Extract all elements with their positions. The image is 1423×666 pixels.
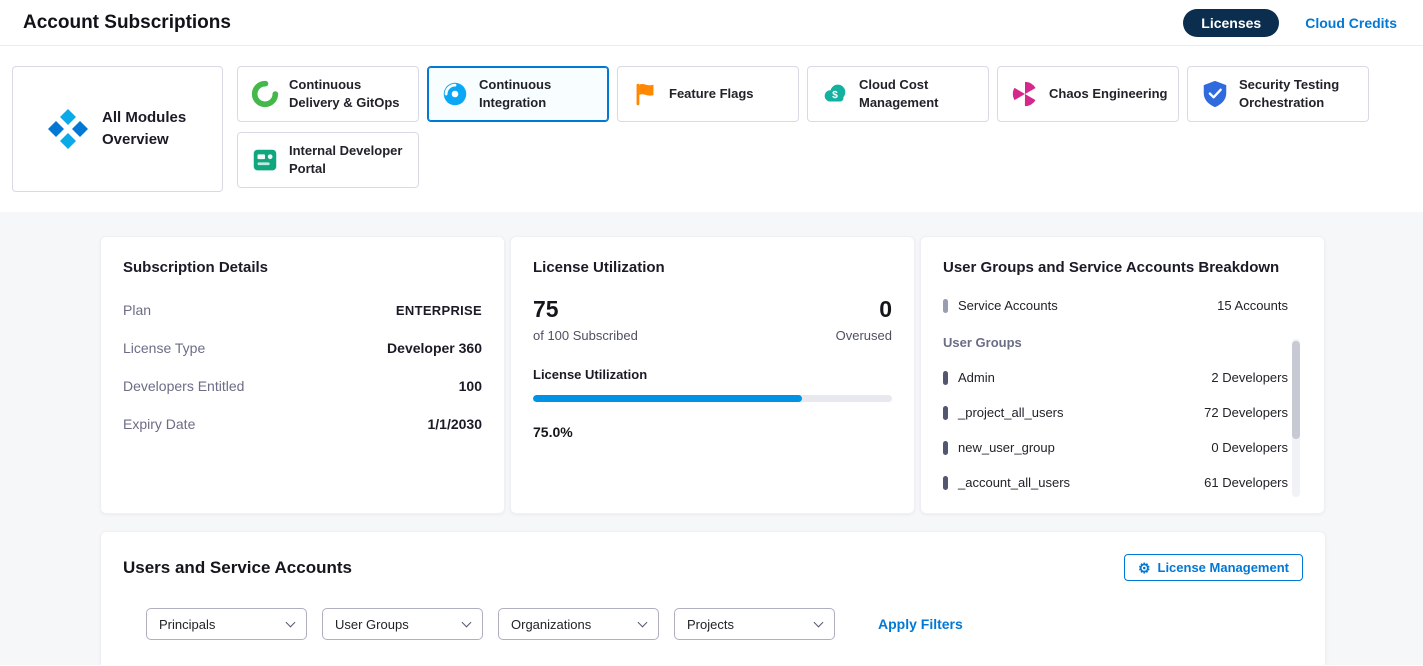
chevron-down-icon (462, 618, 472, 628)
user-groups-label: User Groups (943, 335, 1288, 350)
header-tabs: Licenses Cloud Credits (1183, 9, 1397, 37)
chevron-down-icon (286, 618, 296, 628)
subscribed-count-block: 75 of 100 Subscribed (533, 296, 638, 343)
module-selector: All Modules Overview Continuous Delivery… (0, 46, 1423, 212)
ci-icon (440, 79, 470, 109)
subscription-details-card: Subscription Details Plan ENTERPRISE Lic… (100, 236, 505, 514)
module-card-security-testing[interactable]: Security Testing Orchestration (1187, 66, 1369, 122)
group-row: _account_all_users 61 Developers (943, 475, 1288, 490)
all-modules-overview-label: All Modules Overview (102, 107, 190, 151)
breakdown-scrollbar[interactable] (1292, 339, 1300, 497)
cloud-credits-tab[interactable]: Cloud Credits (1305, 15, 1397, 31)
feature-flags-icon (630, 79, 660, 109)
module-grid: Continuous Delivery & GitOps Continuous … (237, 66, 1387, 188)
internal-dev-portal-icon (250, 145, 280, 175)
bar-icon (943, 476, 948, 490)
module-label: Internal Developer Portal (289, 142, 418, 177)
module-label: Security Testing Orchestration (1239, 76, 1368, 111)
breakdown-card: User Groups and Service Accounts Breakdo… (920, 236, 1325, 514)
license-utilization-card: License Utilization 75 of 100 Subscribed… (510, 236, 915, 514)
licenses-tab[interactable]: Licenses (1183, 9, 1279, 37)
main-content: Subscription Details Plan ENTERPRISE Lic… (0, 212, 1423, 665)
module-label: Chaos Engineering (1049, 85, 1173, 103)
overused-count-block: 0 Overused (836, 296, 892, 343)
subscribed-count: 75 (533, 296, 638, 323)
group-row: _project_all_users 72 Developers (943, 405, 1288, 420)
utilization-bar-label: License Utilization (533, 367, 892, 382)
cd-gitops-icon (250, 79, 280, 109)
page-title: Account Subscriptions (23, 12, 231, 34)
filter-organizations[interactable]: Organizations (498, 608, 659, 640)
chevron-down-icon (814, 618, 824, 628)
group-row: new_user_group 0 Developers (943, 440, 1288, 455)
module-card-feature-flags[interactable]: Feature Flags (617, 66, 799, 122)
subscription-details-rows: Plan ENTERPRISE License Type Developer 3… (123, 302, 482, 432)
bar-icon (943, 441, 948, 455)
cloud-cost-icon: $ (820, 79, 850, 109)
detail-row-developers-entitled: Developers Entitled 100 (123, 378, 482, 394)
detail-row-license-type: License Type Developer 360 (123, 340, 482, 356)
filter-projects[interactable]: Projects (674, 608, 835, 640)
detail-row-plan: Plan ENTERPRISE (123, 302, 482, 318)
all-modules-overview-card[interactable]: All Modules Overview (12, 66, 223, 192)
security-testing-icon (1200, 79, 1230, 109)
chaos-engineering-icon (1010, 79, 1040, 109)
group-row: Admin 2 Developers (943, 370, 1288, 385)
breakdown-title: User Groups and Service Accounts Breakdo… (943, 259, 1302, 276)
users-card-header: Users and Service Accounts ⚙ License Man… (123, 554, 1303, 581)
scrollbar-thumb[interactable] (1292, 341, 1300, 439)
module-card-continuous-integration[interactable]: Continuous Integration (427, 66, 609, 122)
breakdown-rows: Service Accounts 15 Accounts User Groups… (943, 298, 1302, 490)
module-label: Continuous Delivery & GitOps (289, 76, 418, 111)
license-utilization-title: License Utilization (533, 259, 892, 276)
overused-count: 0 (836, 296, 892, 323)
filter-principals[interactable]: Principals (146, 608, 307, 640)
license-management-label: License Management (1158, 560, 1290, 575)
module-card-chaos-engineering[interactable]: Chaos Engineering (997, 66, 1179, 122)
utilization-bar-track (533, 395, 892, 402)
subscription-details-title: Subscription Details (123, 259, 482, 276)
header: Account Subscriptions Licenses Cloud Cre… (0, 0, 1423, 46)
gear-icon: ⚙ (1138, 561, 1151, 575)
harness-logo-icon (45, 106, 91, 152)
filters-row: Principals User Groups Organizations Pro… (146, 608, 1303, 640)
bar-icon (943, 406, 948, 420)
module-label: Cloud Cost Management (859, 76, 988, 111)
bar-icon (943, 299, 948, 313)
filter-label: Principals (159, 617, 215, 632)
filter-label: Organizations (511, 617, 591, 632)
detail-row-expiry-date: Expiry Date 1/1/2030 (123, 416, 482, 432)
filter-label: Projects (687, 617, 734, 632)
chevron-down-icon (638, 618, 648, 628)
overused-label: Overused (836, 328, 892, 343)
utilization-bar-fill (533, 395, 802, 402)
svg-text:$: $ (832, 90, 838, 101)
filter-user-groups[interactable]: User Groups (322, 608, 483, 640)
service-accounts-row: Service Accounts 15 Accounts (943, 298, 1288, 313)
filter-label: User Groups (335, 617, 409, 632)
subscribed-label: of 100 Subscribed (533, 328, 638, 343)
license-management-button[interactable]: ⚙ License Management (1124, 554, 1303, 581)
utilization-percent: 75.0% (533, 424, 892, 440)
utilization-counts: 75 of 100 Subscribed 0 Overused (533, 296, 892, 343)
bar-icon (943, 371, 948, 385)
module-card-continuous-delivery[interactable]: Continuous Delivery & GitOps (237, 66, 419, 122)
summary-cards-row: Subscription Details Plan ENTERPRISE Lic… (100, 236, 1326, 514)
module-card-internal-dev-portal[interactable]: Internal Developer Portal (237, 132, 419, 188)
module-label: Feature Flags (669, 85, 760, 103)
users-service-accounts-card: Users and Service Accounts ⚙ License Man… (100, 531, 1326, 665)
apply-filters-link[interactable]: Apply Filters (878, 616, 963, 632)
module-label: Continuous Integration (479, 76, 608, 111)
module-card-cloud-cost[interactable]: $ Cloud Cost Management (807, 66, 989, 122)
users-card-title: Users and Service Accounts (123, 558, 352, 578)
